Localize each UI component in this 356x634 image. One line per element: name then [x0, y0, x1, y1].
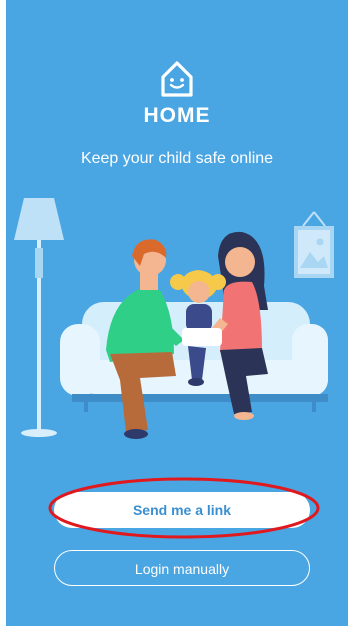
- app-brand: HOME: [143, 104, 211, 127]
- send-link-button[interactable]: Send me a link: [54, 492, 310, 528]
- floor-lamp: [14, 198, 64, 437]
- login-manually-button[interactable]: Login manually: [54, 550, 310, 586]
- dad-figure: [106, 239, 184, 439]
- house-smile-icon: [161, 61, 193, 97]
- logo-container: [6, 57, 348, 106]
- family-illustration: [14, 198, 334, 439]
- app-tagline: Keep your child safe online: [80, 150, 274, 167]
- wall-picture: [294, 211, 334, 278]
- app-screen: HOME Keep your child safe online Send me…: [6, 0, 348, 626]
